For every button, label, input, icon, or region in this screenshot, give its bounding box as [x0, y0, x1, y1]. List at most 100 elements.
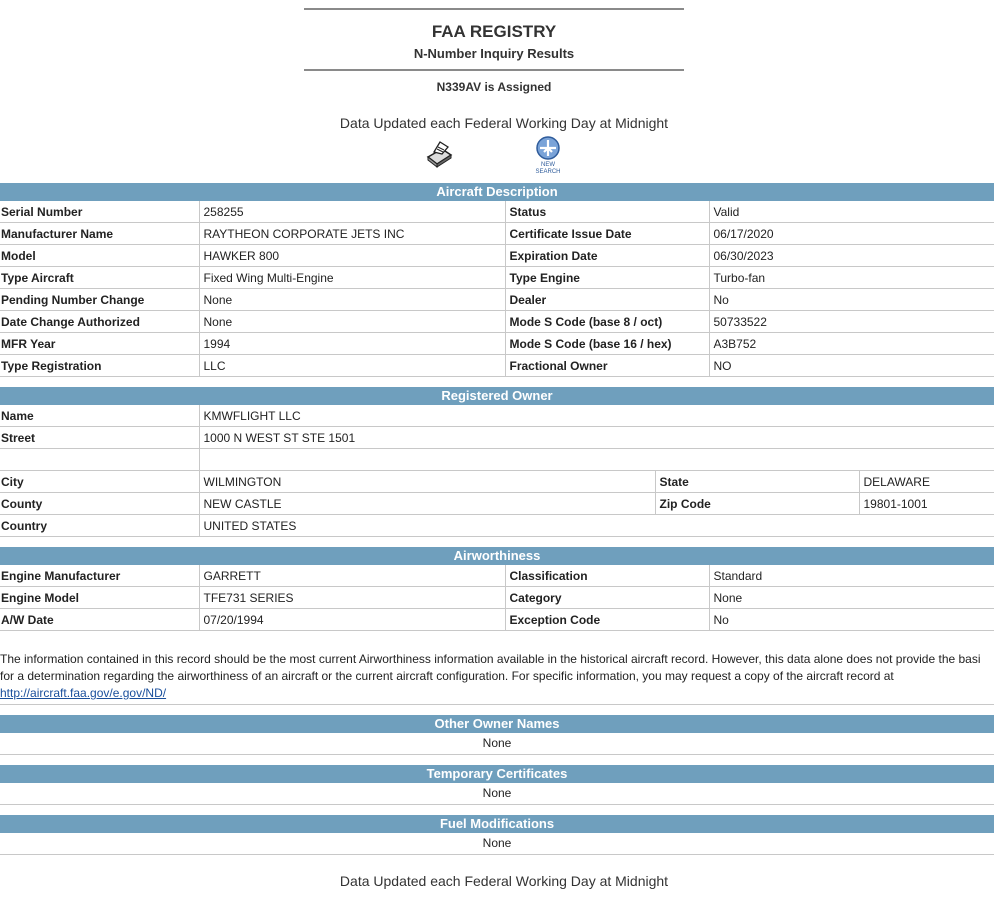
field-value: 258255 [198, 201, 505, 223]
fuel-modifications-value: None [0, 833, 994, 855]
field-value: 06/17/2020 [708, 222, 994, 245]
field-value: TFE731 SERIES [198, 586, 505, 609]
table-row: Serial Number 258255 Status Valid [0, 201, 994, 223]
aircraft-description-header: Aircraft Description [0, 183, 994, 201]
country-label: Country [0, 514, 199, 537]
state-value: DELAWARE [858, 470, 994, 493]
field-value: None [708, 586, 994, 609]
zip-value: 19801-1001 [858, 492, 994, 515]
field-value: Fixed Wing Multi-Engine [198, 266, 505, 289]
action-icons: NEW SEARCH [0, 136, 1008, 183]
page-title: FAA REGISTRY [431, 22, 557, 41]
temporary-certificates-value: None [0, 783, 994, 805]
aircraft-record-link[interactable]: http://aircraft.faa.gov/e.gov/ND/ [0, 686, 166, 700]
field-label: Status [504, 201, 709, 223]
field-value: None [198, 288, 505, 311]
field-label: Type Aircraft [0, 266, 199, 289]
airworthiness-table: Engine Manufacturer GARRETT Classification… [0, 565, 994, 631]
field-value: No [708, 608, 994, 631]
temporary-certificates-header: Temporary Certificates [0, 765, 994, 783]
table-row: Street 1000 N WEST ST STE 1501 [0, 426, 994, 449]
street2-label [0, 448, 199, 471]
field-value: 06/30/2023 [708, 244, 994, 267]
footer-update-notice: Data Updated each Federal Working Day at… [339, 873, 669, 889]
table-row: Engine Model TFE731 SERIES Category None [0, 586, 994, 609]
table-row: A/W Date 07/20/1994 Exception Code No [0, 608, 994, 631]
table-row: City WILMINGTON State DELAWARE [0, 470, 994, 493]
field-label: Expiration Date [504, 244, 709, 267]
airworthiness-header: Airworthiness [0, 547, 994, 565]
other-owner-names-header: Other Owner Names [0, 715, 994, 733]
fuel-modifications-header: Fuel Modifications [0, 815, 994, 833]
field-label: Manufacturer Name [0, 222, 199, 245]
field-value: No [708, 288, 994, 311]
city-value: WILMINGTON [198, 470, 655, 493]
field-label: Exception Code [504, 608, 709, 631]
table-row: Type Aircraft Fixed Wing Multi-Engine Type… [0, 266, 994, 289]
other-owner-names-value: None [0, 733, 994, 755]
table-row: Date Change Authorized None Mode S Code (b… [0, 310, 994, 333]
field-label: Mode S Code (base 8 / oct) [504, 310, 709, 333]
field-value: RAYTHEON CORPORATE JETS INC [198, 222, 505, 245]
field-label: Engine Manufacturer [0, 565, 199, 587]
field-label: Date Change Authorized [0, 310, 199, 333]
update-notice: Data Updated each Federal Working Day at… [339, 115, 669, 131]
table-row: Model HAWKER 800 Expiration Date 06/30/2023 [0, 244, 994, 267]
field-label: Type Registration [0, 354, 199, 377]
table-row [0, 448, 994, 471]
new-search-label-1: NEW [541, 162, 555, 168]
table-row: Type Registration LLC Fractional Owner NO [0, 354, 994, 377]
field-label: MFR Year [0, 332, 199, 355]
table-row: Pending Number Change None Dealer No [0, 288, 994, 311]
street2-value [198, 448, 994, 471]
field-label: Pending Number Change [0, 288, 199, 311]
field-value: Valid [708, 201, 994, 223]
page-header: FAA REGISTRY N-Number Inquiry Results N3… [304, 8, 684, 95]
owner-name-value: KMWFLIGHT LLC [198, 405, 994, 427]
table-row: Country UNITED STATES [0, 514, 994, 537]
field-label: Mode S Code (base 16 / hex) [504, 332, 709, 355]
table-row: County NEW CASTLE Zip Code 19801-1001 [0, 492, 994, 515]
field-value: LLC [198, 354, 505, 377]
country-value: UNITED STATES [198, 514, 994, 537]
state-label: State [654, 470, 859, 493]
field-label: Category [504, 586, 709, 609]
field-value: 50733522 [708, 310, 994, 333]
owner-name-label: Name [0, 405, 199, 427]
new-search-icon[interactable]: NEW SEARCH [533, 135, 563, 175]
field-label: Serial Number [0, 201, 199, 223]
field-value: Turbo-fan [708, 266, 994, 289]
field-label: A/W Date [0, 608, 199, 631]
field-value: 07/20/1994 [198, 608, 505, 631]
field-value: A3B752 [708, 332, 994, 355]
county-label: County [0, 492, 199, 515]
airworthiness-note: The information contained in this record… [0, 651, 994, 705]
field-value: Standard [708, 565, 994, 587]
field-label: Certificate Issue Date [504, 222, 709, 245]
registered-owner-table: Name KMWFLIGHT LLC Street 1000 N WEST ST… [0, 405, 994, 537]
field-value: HAWKER 800 [198, 244, 505, 267]
printer-icon[interactable] [424, 139, 454, 169]
table-row: Name KMWFLIGHT LLC [0, 405, 994, 427]
field-label: Engine Model [0, 586, 199, 609]
divider [304, 8, 684, 10]
registered-owner-header: Registered Owner [0, 387, 994, 405]
field-label: Classification [504, 565, 709, 587]
zip-label: Zip Code [654, 492, 859, 515]
note-line-2: for a determination regarding the airwor… [0, 669, 894, 683]
field-value: None [198, 310, 505, 333]
field-value: 1994 [198, 332, 505, 355]
county-value: NEW CASTLE [198, 492, 655, 515]
note-line-1: The information contained in this record… [0, 652, 981, 666]
new-search-label-2: SEARCH [535, 169, 560, 175]
field-label: Dealer [504, 288, 709, 311]
field-label: Type Engine [504, 266, 709, 289]
field-value: NO [708, 354, 994, 377]
field-value: GARRETT [198, 565, 505, 587]
table-row: MFR Year 1994 Mode S Code (base 16 / hex) A… [0, 332, 994, 355]
field-label: Model [0, 244, 199, 267]
divider [304, 69, 684, 71]
assigned-status: N339AV is Assigned [436, 80, 552, 94]
field-label: Fractional Owner [504, 354, 709, 377]
street-label: Street [0, 426, 199, 449]
